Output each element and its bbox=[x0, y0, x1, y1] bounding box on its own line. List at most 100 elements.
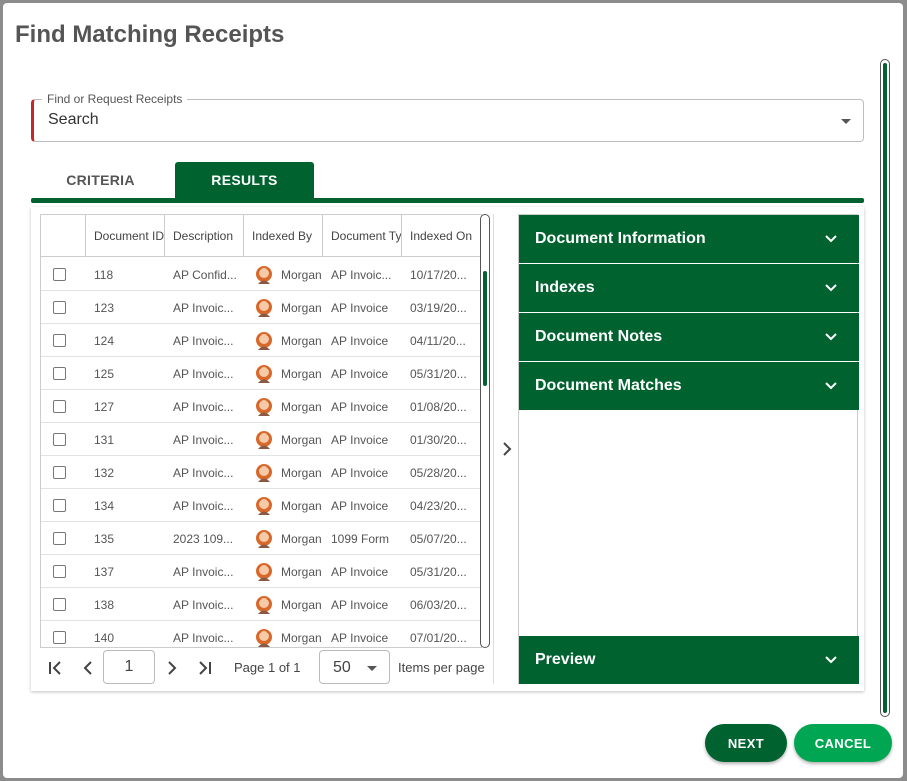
last-page-icon[interactable] bbox=[192, 656, 216, 680]
dialog-scrollbar[interactable] bbox=[880, 59, 890, 717]
cell-indexed-by: Morgan bbox=[244, 390, 323, 423]
cell-description: AP Invoic... bbox=[173, 300, 234, 315]
cell-indexed-by: Morgan bbox=[244, 291, 323, 324]
row-checkbox[interactable] bbox=[53, 565, 66, 578]
user-avatar-icon bbox=[256, 562, 272, 581]
dialog-scrollbar-thumb[interactable] bbox=[883, 63, 887, 713]
table-row[interactable]: 138 AP Invoic... Morgan AP Invoice 06/03/20.… bbox=[41, 588, 481, 621]
page-size-value[interactable]: 50 bbox=[333, 659, 351, 677]
table-row[interactable]: 124 AP Invoic... Morgan AP Invoice 04/11/20.… bbox=[41, 324, 481, 357]
dropdown-caret-icon[interactable] bbox=[841, 119, 851, 124]
indexed-by-name: Morgan bbox=[281, 630, 322, 645]
cell-document-type: AP Invoice bbox=[331, 333, 389, 348]
results-grid: Document ID Description Indexed By Docum… bbox=[40, 214, 482, 648]
row-checkbox[interactable] bbox=[53, 598, 66, 611]
user-avatar-icon bbox=[256, 364, 272, 383]
next-page-icon[interactable] bbox=[160, 656, 184, 680]
table-row[interactable]: 131 AP Invoic... Morgan AP Invoice 01/30/20.… bbox=[41, 423, 481, 456]
header-indexed-by[interactable]: Indexed By bbox=[244, 215, 323, 257]
row-checkbox[interactable] bbox=[53, 268, 66, 281]
user-avatar-icon bbox=[256, 397, 272, 416]
find-receipts-value[interactable]: Search bbox=[48, 111, 99, 129]
row-checkbox[interactable] bbox=[53, 532, 66, 545]
first-page-icon[interactable] bbox=[44, 656, 68, 680]
chevron-down-icon bbox=[825, 284, 837, 292]
header-document-type[interactable]: Document Type bbox=[323, 215, 402, 257]
tab-results[interactable]: RESULTS bbox=[175, 162, 314, 198]
cell-document-type: AP Invoice bbox=[331, 432, 389, 447]
cell-indexed-by: Morgan bbox=[244, 489, 323, 522]
grid-scrollbar-thumb[interactable] bbox=[483, 271, 487, 386]
cancel-button[interactable]: CANCEL bbox=[794, 724, 892, 762]
row-checkbox[interactable] bbox=[53, 334, 66, 347]
indexed-by-name: Morgan bbox=[281, 399, 322, 414]
previous-page-icon[interactable] bbox=[76, 656, 100, 680]
table-row[interactable]: 118 AP Confid... Morgan AP Invoic... 10/17/2… bbox=[41, 258, 481, 291]
expand-panel-icon[interactable] bbox=[499, 437, 515, 461]
row-checkbox[interactable] bbox=[53, 433, 66, 446]
row-checkbox[interactable] bbox=[53, 367, 66, 380]
accordion-document-notes[interactable]: Document Notes bbox=[519, 313, 859, 361]
table-row[interactable]: 140 AP Invoic... Morgan AP Invoice 07/01/20.… bbox=[41, 621, 481, 647]
cell-description: AP Invoic... bbox=[173, 498, 234, 513]
cell-indexed-by: Morgan bbox=[244, 522, 323, 555]
cell-description: 2023 109... bbox=[173, 531, 234, 546]
table-row[interactable]: 135 2023 109... Morgan 1099 Form 05/07/20... bbox=[41, 522, 481, 555]
indexed-by-name: Morgan bbox=[281, 432, 322, 447]
find-receipts-select[interactable]: Find or Request Receipts Search bbox=[31, 92, 864, 142]
user-avatar-icon bbox=[256, 430, 272, 449]
table-row[interactable]: 127 AP Invoic... Morgan AP Invoice 01/08/20.… bbox=[41, 390, 481, 423]
cell-indexed-on: 01/08/20... bbox=[410, 399, 467, 414]
cell-document-type: 1099 Form bbox=[331, 531, 390, 546]
document-details-panel: Document Information Indexes Document No… bbox=[518, 214, 859, 684]
indexed-by-name: Morgan bbox=[281, 498, 322, 513]
cell-indexed-on: 04/23/20... bbox=[410, 498, 467, 513]
page-number-input[interactable]: 1 bbox=[103, 650, 155, 684]
cell-document-id: 124 bbox=[94, 333, 115, 348]
cell-indexed-by: Morgan bbox=[244, 357, 323, 390]
cell-indexed-on: 05/31/20... bbox=[410, 366, 467, 381]
cell-description: AP Confid... bbox=[173, 267, 237, 282]
row-checkbox[interactable] bbox=[53, 631, 66, 644]
chevron-down-icon bbox=[825, 382, 837, 390]
next-button[interactable]: NEXT bbox=[705, 724, 787, 762]
table-row[interactable]: 132 AP Invoic... Morgan AP Invoice 05/28/20.… bbox=[41, 456, 481, 489]
row-checkbox[interactable] bbox=[53, 301, 66, 314]
table-row[interactable]: 137 AP Invoic... Morgan AP Invoice 05/31/20.… bbox=[41, 555, 481, 588]
tab-bar: CRITERIA RESULTS bbox=[31, 162, 864, 203]
cell-document-id: 137 bbox=[94, 564, 115, 579]
cell-indexed-by: Morgan bbox=[244, 588, 323, 621]
row-checkbox[interactable] bbox=[53, 499, 66, 512]
accordion-indexes[interactable]: Indexes bbox=[519, 264, 859, 312]
accordion-document-information[interactable]: Document Information bbox=[519, 215, 859, 263]
indexed-by-name: Morgan bbox=[281, 300, 322, 315]
page-info: Page 1 of 1 bbox=[234, 660, 301, 675]
indexed-by-name: Morgan bbox=[281, 465, 322, 480]
accordion-preview[interactable]: Preview bbox=[519, 636, 859, 684]
row-checkbox[interactable] bbox=[53, 466, 66, 479]
table-row[interactable]: 123 AP Invoic... Morgan AP Invoice 03/19/20.… bbox=[41, 291, 481, 324]
dropdown-caret-icon[interactable] bbox=[367, 666, 377, 671]
accordion-document-matches[interactable]: Document Matches bbox=[519, 362, 859, 410]
user-avatar-icon bbox=[256, 496, 272, 515]
header-indexed-on[interactable]: Indexed On bbox=[402, 215, 481, 257]
row-checkbox[interactable] bbox=[53, 400, 66, 413]
user-avatar-icon bbox=[256, 529, 272, 548]
chevron-down-icon bbox=[825, 235, 837, 243]
cell-indexed-on: 06/03/20... bbox=[410, 597, 467, 612]
find-receipts-label: Find or Request Receipts bbox=[42, 92, 188, 106]
indexed-by-name: Morgan bbox=[281, 597, 322, 612]
cell-indexed-on: 03/19/20... bbox=[410, 300, 467, 315]
accordion-label: Document Notes bbox=[535, 328, 663, 345]
cell-document-id: 134 bbox=[94, 498, 115, 513]
table-row[interactable]: 134 AP Invoic... Morgan AP Invoice 04/23/20.… bbox=[41, 489, 481, 522]
table-row[interactable]: 125 AP Invoic... Morgan AP Invoice 05/31/20.… bbox=[41, 357, 481, 390]
header-description[interactable]: Description bbox=[165, 215, 244, 257]
header-document-id[interactable]: Document ID bbox=[86, 215, 165, 257]
indexed-by-name: Morgan bbox=[281, 564, 322, 579]
grid-scrollbar[interactable] bbox=[480, 214, 490, 648]
tab-criteria[interactable]: CRITERIA bbox=[31, 162, 170, 198]
cell-document-id: 138 bbox=[94, 597, 115, 612]
page-size-select[interactable]: 50 bbox=[319, 650, 390, 684]
cell-document-id: 131 bbox=[94, 432, 115, 447]
